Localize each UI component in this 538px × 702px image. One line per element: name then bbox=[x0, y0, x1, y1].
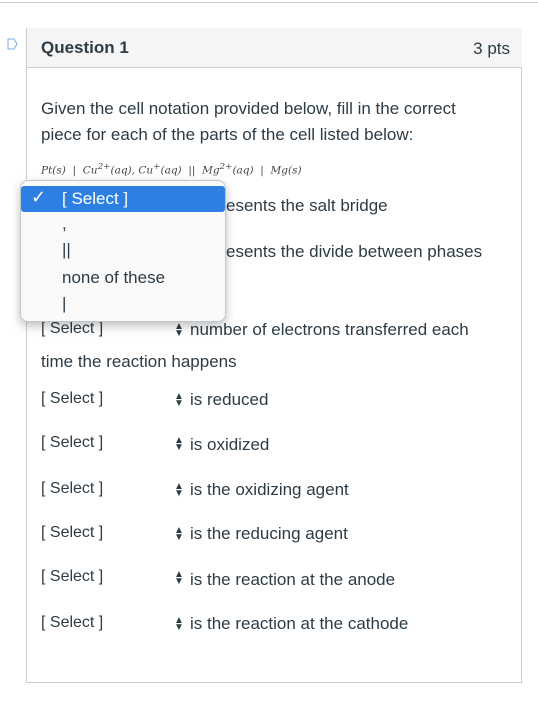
select-electrons[interactable]: [ Select ] bbox=[41, 320, 103, 338]
menu-option-comma[interactable]: , bbox=[21, 211, 225, 237]
menu-option-none[interactable]: none of these bbox=[21, 265, 225, 291]
select-arrows-icon[interactable]: ▲ ▼ bbox=[174, 322, 184, 339]
menu-option-select[interactable]: ✓ [ Select ] bbox=[21, 186, 225, 212]
item-6-desc: is the oxidizing agent bbox=[190, 480, 349, 499]
cell-notation: Pt(s) | Cu2+(aq), Cu+(aq) || Mg2+(aq) | … bbox=[41, 162, 302, 177]
menu-option-single-bar[interactable]: | bbox=[21, 291, 225, 317]
item-3-desc: number of electrons transferred each bbox=[190, 320, 469, 339]
item-2-desc: esents the divide between phases bbox=[226, 242, 483, 261]
select-arrows-icon[interactable]: ▲ ▼ bbox=[174, 436, 184, 453]
select-oxidizing-agent[interactable]: [ Select ] bbox=[41, 480, 103, 498]
item-3-desc-continued: time the reaction happens bbox=[41, 352, 237, 371]
item-8-desc: is the reaction at the anode bbox=[190, 570, 396, 589]
flag-question-icon[interactable] bbox=[7, 38, 19, 50]
select-arrows-icon[interactable]: ▲ ▼ bbox=[174, 616, 184, 633]
select-reduced[interactable]: [ Select ] bbox=[41, 390, 103, 408]
select-arrows-icon[interactable]: ▲ ▼ bbox=[174, 570, 184, 587]
card-border bbox=[26, 28, 27, 683]
select-arrows-icon[interactable]: ▲ ▼ bbox=[174, 526, 184, 543]
question-points: 3 pts bbox=[473, 39, 510, 58]
select-arrows-icon[interactable]: ▲ ▼ bbox=[174, 392, 184, 409]
checkmark-icon: ✓ bbox=[31, 187, 47, 207]
select-reducing-agent[interactable]: [ Select ] bbox=[41, 524, 103, 542]
item-4-desc: is reduced bbox=[190, 390, 269, 409]
select-dropdown-menu: ✓ [ Select ] , || none of these | bbox=[20, 180, 226, 322]
item-9-desc: is the reaction at the cathode bbox=[190, 614, 409, 633]
top-divider bbox=[0, 2, 538, 3]
question-header: Question 1 3 pts bbox=[27, 28, 522, 68]
question-title: Question 1 bbox=[41, 38, 129, 57]
select-arrows-icon[interactable]: ▲ ▼ bbox=[174, 482, 184, 499]
select-anode[interactable]: [ Select ] bbox=[41, 568, 103, 586]
item-1-desc: esents the salt bridge bbox=[226, 196, 388, 215]
question-prompt: Given the cell notation provided below, … bbox=[41, 99, 456, 144]
item-7-desc: is the reducing agent bbox=[190, 524, 348, 543]
select-cathode[interactable]: [ Select ] bbox=[41, 614, 103, 632]
menu-option-double-bar[interactable]: || bbox=[21, 237, 225, 263]
item-5-desc: is oxidized bbox=[190, 435, 270, 454]
select-oxidized[interactable]: [ Select ] bbox=[41, 434, 103, 452]
